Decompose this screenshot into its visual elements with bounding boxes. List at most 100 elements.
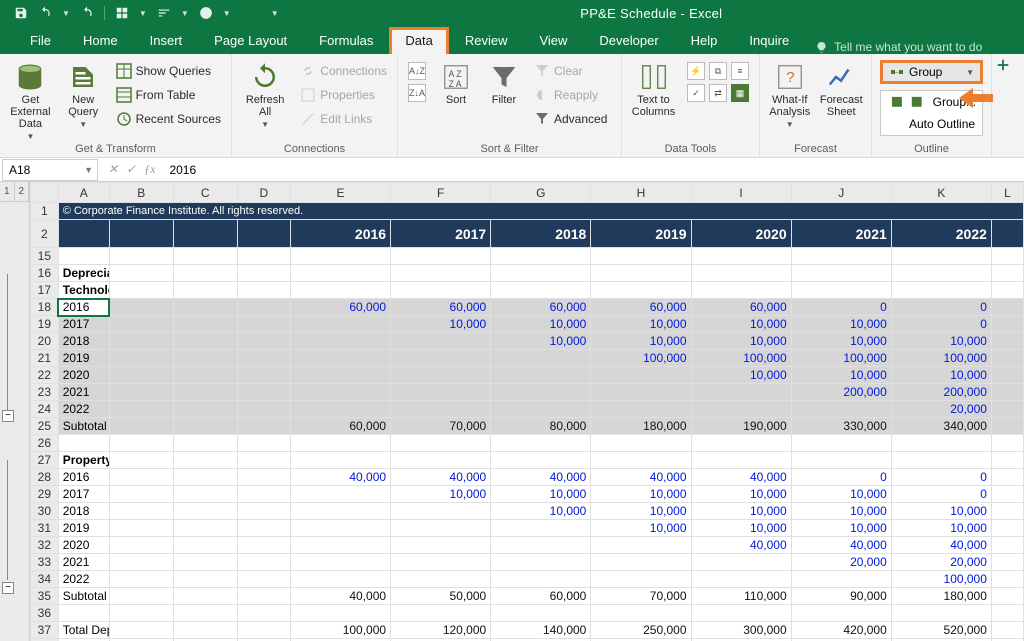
data-model-button[interactable]: ▦ xyxy=(731,84,749,102)
name-box[interactable]: A18▼ xyxy=(2,159,98,181)
table-row[interactable]: 18201660,00060,00060,00060,00060,00000 xyxy=(31,299,1024,316)
ribbon-add-button[interactable] xyxy=(992,54,1014,157)
tab-formulas[interactable]: Formulas xyxy=(303,27,389,54)
enter-formula-icon[interactable]: ✓ xyxy=(126,162,136,177)
worksheet-area: 1 2 − − ABCD EFGH IJKL 1© Corpo xyxy=(0,182,1024,641)
bulb-icon xyxy=(815,41,828,54)
get-external-data-button[interactable]: Get External Data▼ xyxy=(6,58,55,141)
table-row[interactable]: 20201810,00010,00010,00010,00010,000 xyxy=(31,333,1024,350)
table-row[interactable]: 25Subtotal60,00070,00080,000180,000190,0… xyxy=(31,418,1024,435)
pie-icon[interactable] xyxy=(199,6,213,20)
database-icon xyxy=(15,62,45,92)
table-icon xyxy=(116,63,132,79)
table-row[interactable]: 32202040,00040,00040,000 xyxy=(31,537,1024,554)
table-row[interactable]: 212019100,000100,000100,000100,000 xyxy=(31,350,1024,367)
outline-level-2[interactable]: 2 xyxy=(15,182,30,201)
recent-sources-button[interactable]: Recent Sources xyxy=(116,108,221,130)
undo-dropdown-icon[interactable]: ▼ xyxy=(62,9,70,18)
table-row[interactable]: 31201910,00010,00010,00010,000 xyxy=(31,520,1024,537)
advanced-icon xyxy=(534,111,550,127)
table-row[interactable]: 35Subtotal40,00050,00060,00070,000110,00… xyxy=(31,588,1024,605)
tab-view[interactable]: View xyxy=(523,27,583,54)
ribbon: Get External Data▼ New Query▼ Show Queri… xyxy=(0,54,1024,158)
table-row[interactable]: 22016201720182019202020212022 xyxy=(31,220,1024,248)
table-row[interactable]: 16Depreciation xyxy=(31,265,1024,282)
column-headers[interactable]: ABCD EFGH IJKL xyxy=(31,183,1024,203)
new-query-button[interactable]: New Query▼ xyxy=(59,58,108,129)
show-queries-button[interactable]: Show Queries xyxy=(116,60,221,82)
table-row[interactable]: 28201640,00040,00040,00040,00040,00000 xyxy=(31,469,1024,486)
columns-icon xyxy=(639,62,669,92)
clear-icon xyxy=(534,63,550,79)
table-row[interactable]: 26 xyxy=(31,435,1024,452)
consolidate-button[interactable]: ≡ xyxy=(731,62,749,80)
cancel-formula-icon[interactable]: ✕ xyxy=(108,162,118,177)
forecast-sheet-button[interactable]: Forecast Sheet xyxy=(818,58,866,118)
connections-button[interactable]: Connections xyxy=(300,60,387,82)
sort-asc-button[interactable]: A↓Z xyxy=(408,62,426,80)
table-row[interactable]: 37Total Depreciation100,000120,000140,00… xyxy=(31,622,1024,639)
whatif-button[interactable]: ? What-If Analysis▼ xyxy=(766,58,814,129)
flash-fill-button[interactable]: ⚡ xyxy=(687,62,705,80)
filter-button[interactable]: Filter xyxy=(482,58,526,106)
refresh-all-button[interactable]: Refresh All▼ xyxy=(238,58,292,129)
sort-icon[interactable] xyxy=(157,6,171,20)
refresh-icon xyxy=(250,62,280,92)
table-row[interactable]: 29201710,00010,00010,00010,00010,0000 xyxy=(31,486,1024,503)
formula-bar: A18▼ ✕ ✓ ƒx 2016 xyxy=(0,158,1024,182)
qat-customize-icon[interactable]: ▼ xyxy=(271,9,279,18)
remove-duplicates-button[interactable]: ⧉ xyxy=(709,62,727,80)
title-bar: ▼ ▼ ▼ ▼ ▼ PP&E Schedule - Excel xyxy=(0,0,1024,26)
tab-review[interactable]: Review xyxy=(449,27,524,54)
table-row[interactable]: 342022100,000 xyxy=(31,571,1024,588)
outline-collapse-2[interactable]: − xyxy=(2,582,14,594)
redo-icon[interactable] xyxy=(80,6,94,20)
outline-collapse-1[interactable]: − xyxy=(2,410,14,422)
edit-links-button: Edit Links xyxy=(300,108,387,130)
spreadsheet-grid[interactable]: ABCD EFGH IJKL 1© Corporate Finance Inst… xyxy=(30,182,1024,641)
properties-button: Properties xyxy=(300,84,387,106)
grid-icon[interactable] xyxy=(115,6,129,20)
tell-me-search[interactable]: Tell me what you want to do xyxy=(815,40,982,54)
table-row[interactable]: 15 xyxy=(31,248,1024,265)
group-button[interactable]: Group ▼ xyxy=(880,60,983,84)
table-row[interactable]: 22202010,00010,00010,000 xyxy=(31,367,1024,384)
tab-inquire[interactable]: Inquire xyxy=(733,27,805,54)
table2-icon xyxy=(116,87,132,103)
table-row[interactable]: 30201810,00010,00010,00010,00010,000 xyxy=(31,503,1024,520)
from-table-button[interactable]: From Table xyxy=(116,84,221,106)
advanced-filter-button[interactable]: Advanced xyxy=(534,108,607,130)
table-row[interactable]: 33202120,00020,000 xyxy=(31,554,1024,571)
sort-desc-button[interactable]: Z↓A xyxy=(408,84,426,102)
table-row[interactable]: 24202220,000 xyxy=(31,401,1024,418)
group-icon xyxy=(889,64,905,80)
whatif-icon: ? xyxy=(775,62,805,92)
fx-icon[interactable]: ƒx xyxy=(144,162,155,177)
reapply-button: Reapply xyxy=(534,84,607,106)
table-row[interactable]: 19201710,00010,00010,00010,00010,0000 xyxy=(31,316,1024,333)
tab-help[interactable]: Help xyxy=(675,27,734,54)
formula-input[interactable]: 2016 xyxy=(165,163,196,177)
group-label-sort-filter: Sort & Filter xyxy=(404,143,615,157)
table-row[interactable]: 1© Corporate Finance Institute. All righ… xyxy=(31,203,1024,220)
table-row[interactable]: 27Property & Equipment xyxy=(31,452,1024,469)
undo-icon[interactable] xyxy=(38,6,52,20)
data-validation-button[interactable]: ✓ xyxy=(687,84,705,102)
table-row[interactable]: 36 xyxy=(31,605,1024,622)
tab-page-layout[interactable]: Page Layout xyxy=(198,27,303,54)
table-row[interactable]: 17Technology xyxy=(31,282,1024,299)
tab-home[interactable]: Home xyxy=(67,27,134,54)
tab-file[interactable]: File xyxy=(14,27,67,54)
table-row[interactable]: 232021200,000200,000 xyxy=(31,384,1024,401)
relationships-button[interactable]: ⇄ xyxy=(709,84,727,102)
save-icon[interactable] xyxy=(14,6,28,20)
tab-data[interactable]: Data xyxy=(389,27,448,54)
tab-developer[interactable]: Developer xyxy=(583,27,674,54)
outline-level-1[interactable]: 1 xyxy=(0,182,15,201)
window-title: PP&E Schedule - Excel xyxy=(279,6,1024,21)
text-to-columns-button[interactable]: Text to Columns xyxy=(628,58,679,118)
tab-insert[interactable]: Insert xyxy=(134,27,199,54)
sort-button[interactable]: A ZZ A Sort xyxy=(434,58,478,106)
quick-access-toolbar: ▼ ▼ ▼ ▼ ▼ xyxy=(0,6,279,20)
clear-filter-button: Clear xyxy=(534,60,607,82)
